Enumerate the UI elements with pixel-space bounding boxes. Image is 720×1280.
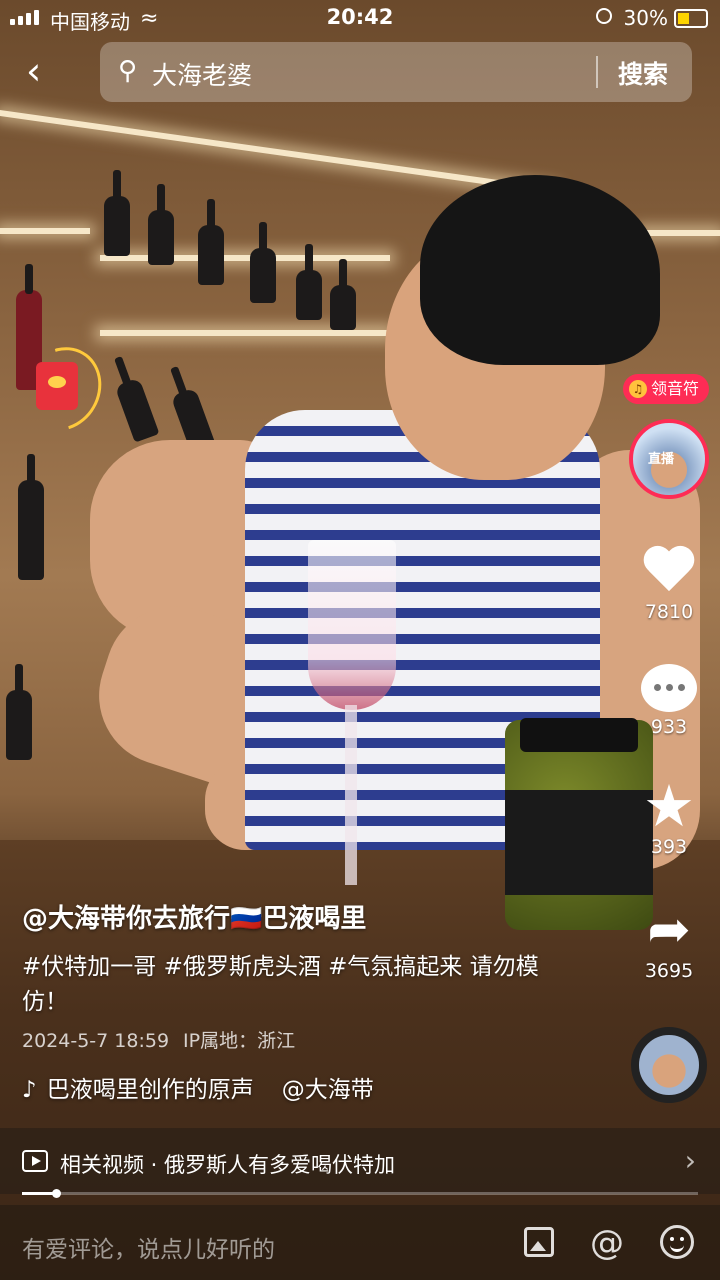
favorite-count: 393: [650, 836, 688, 858]
badge-label: 领音符: [651, 379, 700, 398]
jar-lid: [520, 718, 638, 752]
hair: [420, 175, 660, 365]
progress-fill: [22, 1192, 56, 1195]
search-header: ‹ ⚲ 大海老婆 搜索: [0, 42, 720, 104]
glass-stem: [345, 705, 357, 885]
back-arrow-icon[interactable]: ‹: [26, 52, 41, 90]
rotation-lock-icon: [596, 8, 612, 24]
related-text: 相关视频 · 俄罗斯人有多爱喝伏特加: [60, 1153, 396, 1177]
related-videos-bar[interactable]: 相关视频 · 俄罗斯人有多爱喝伏特加 ›: [0, 1128, 720, 1194]
at-icon[interactable]: @: [590, 1223, 624, 1263]
shelf-light: [0, 110, 555, 194]
red-packet-icon[interactable]: [36, 362, 78, 410]
progress-handle[interactable]: [51, 1189, 61, 1198]
emoji-icon[interactable]: [660, 1225, 694, 1259]
video-description[interactable]: #伏特加一哥 #俄罗斯虎头酒 #气氛搞起来 请勿模仿！: [22, 950, 582, 1020]
live-label: 直播: [648, 452, 675, 467]
search-button[interactable]: 搜索: [618, 55, 668, 91]
music-disc[interactable]: [631, 1027, 707, 1103]
music-author: @大海带: [281, 1077, 374, 1103]
chevron-right-icon: ›: [684, 1144, 696, 1177]
bottle: [296, 244, 322, 320]
divider: [596, 56, 598, 88]
comment-input[interactable]: 有爱评论，说点儿好听的: [22, 1230, 275, 1264]
music-title: 巴液喝里创作的原声: [46, 1077, 254, 1103]
star-icon: ★: [643, 772, 695, 840]
music-note-badge[interactable]: ♫ 领音符: [623, 374, 710, 404]
post-date: 2024-5-7 18:59: [22, 1030, 170, 1052]
author-name[interactable]: @大海带你去旅行🇷🇺巴液喝里: [22, 898, 366, 935]
battery-percent: 30%: [623, 6, 668, 30]
bottle: [250, 222, 276, 303]
comment-bar: 有爱评论，说点儿好听的 @: [0, 1205, 720, 1280]
play-icon: [22, 1150, 48, 1172]
shelf-light: [0, 228, 90, 234]
bottle: [198, 199, 224, 285]
music-note-icon: ♫: [629, 380, 647, 398]
clock: 20:42: [326, 5, 394, 29]
bottle: [114, 377, 160, 443]
like-count: 7810: [644, 601, 694, 623]
shelf-light: [640, 230, 720, 236]
search-query[interactable]: 大海老婆: [152, 56, 252, 92]
music-info[interactable]: ♪ 巴液喝里创作的原声 @大海带: [22, 1070, 374, 1104]
comment-button[interactable]: 933: [629, 664, 709, 738]
status-bar: 中国移动 ≈ 20:42 30%: [0, 0, 720, 38]
favorite-button[interactable]: ★ 393: [629, 772, 709, 858]
search-input[interactable]: ⚲ 大海老婆 搜索: [100, 42, 692, 102]
post-meta: 2024-5-7 18:59 IP属地：浙江: [22, 1026, 295, 1053]
bottle: [104, 170, 130, 256]
battery-icon: [674, 9, 708, 28]
comment-icon: [641, 664, 697, 712]
share-count: 3695: [644, 960, 694, 982]
champagne-glass: [308, 540, 396, 710]
bottle: [148, 184, 174, 265]
tiktok-note-icon: ♪: [22, 1077, 37, 1103]
bottle: [330, 259, 356, 330]
comment-count: 933: [650, 716, 688, 738]
heart-icon: [641, 545, 697, 597]
video-progress-bar[interactable]: [22, 1189, 698, 1198]
shelf-light: [100, 330, 390, 336]
bottle: [6, 664, 32, 760]
image-icon[interactable]: [524, 1227, 554, 1257]
bottle: [18, 454, 44, 580]
share-arrow-icon: ➦: [647, 900, 691, 960]
like-button[interactable]: 7810: [629, 545, 709, 623]
share-button[interactable]: ➦ 3695: [629, 904, 709, 982]
ip-location: IP属地：浙江: [183, 1030, 296, 1052]
search-icon: ⚲: [118, 56, 138, 86]
